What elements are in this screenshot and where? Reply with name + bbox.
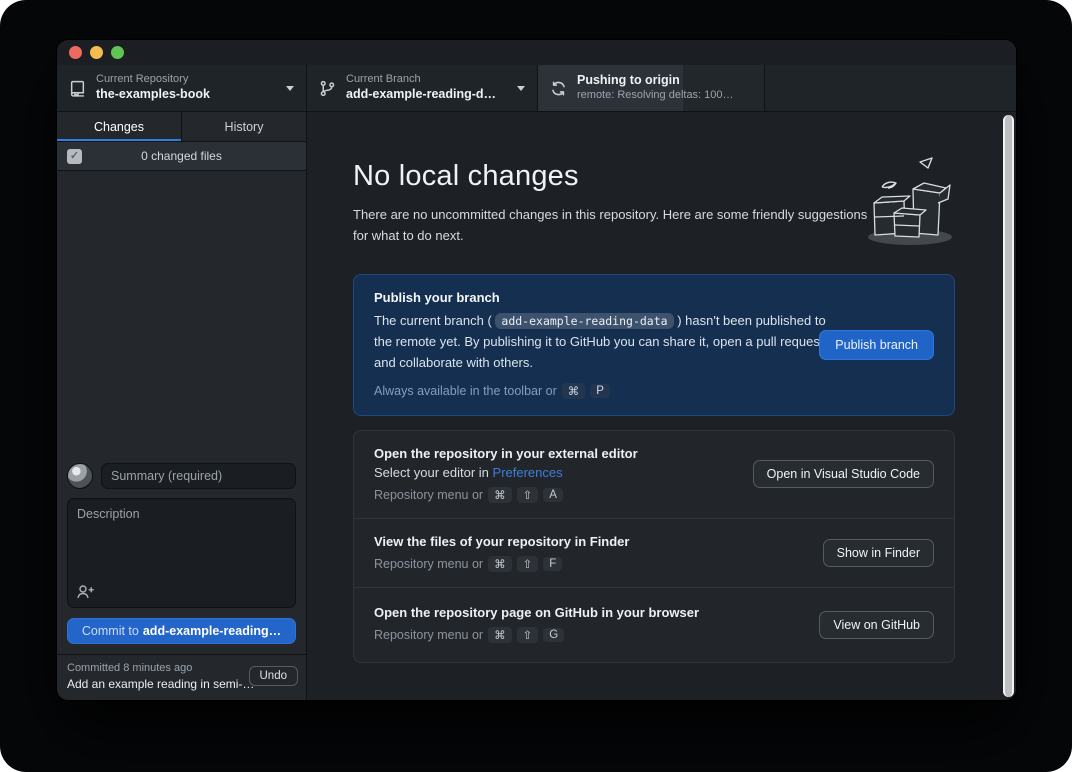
branch-name: add-example-reading-d…: [346, 87, 496, 103]
shift-key: ⇧: [517, 556, 539, 572]
changed-files-list: [57, 171, 306, 453]
shift-key: ⇧: [517, 627, 539, 643]
add-coauthor-icon[interactable]: [76, 583, 94, 601]
changed-files-count: 0 changed files: [141, 149, 222, 163]
publish-branch-button[interactable]: Publish branch: [819, 330, 934, 360]
suggestion-title: Open the repository in your external edi…: [374, 446, 934, 461]
cmd-key: ⌘: [488, 556, 512, 572]
push-detail: remote: Resolving deltas: 100…: [577, 89, 734, 103]
github-desktop-window: Current Repository the-examples-book Cur…: [57, 40, 1016, 700]
branch-label: Current Branch: [346, 73, 496, 87]
desktop-background: Current Repository the-examples-book Cur…: [0, 0, 1072, 772]
commit-button-prefix: Commit to: [82, 624, 139, 638]
sync-icon: [550, 80, 567, 97]
page-subtitle: There are no uncommitted changes in this…: [353, 205, 873, 247]
publish-card-title: Publish your branch: [374, 290, 934, 305]
close-window-button[interactable]: [69, 46, 82, 59]
preferences-link[interactable]: Preferences: [493, 465, 563, 480]
repository-name: the-examples-book: [96, 87, 210, 103]
a-key: A: [543, 488, 563, 502]
open-in-editor-button[interactable]: Open in Visual Studio Code: [753, 460, 934, 488]
zoom-window-button[interactable]: [111, 46, 124, 59]
editor-line2-text: Select your editor in: [374, 465, 489, 480]
suggestions-box: Open the repository in your external edi…: [353, 430, 955, 663]
commit-button-branch: add-example-reading…: [143, 624, 281, 638]
repository-label: Current Repository: [96, 73, 210, 87]
current-branch-button[interactable]: Current Branch add-example-reading-d…: [307, 65, 538, 111]
commit-summary-input[interactable]: [101, 463, 296, 489]
repo-icon: [69, 80, 86, 97]
empty-state-illustration: [858, 155, 958, 250]
commit-editor: Commit to add-example-reading…: [57, 453, 306, 654]
tab-history[interactable]: History: [181, 112, 306, 141]
shift-key: ⇧: [517, 487, 539, 503]
select-all-checkbox[interactable]: ✓: [67, 149, 82, 164]
vertical-scrollbar[interactable]: [1003, 115, 1014, 697]
chevron-down-icon: [286, 86, 294, 91]
tab-changes[interactable]: Changes: [57, 112, 181, 141]
sidebar-tabs: Changes History: [57, 112, 306, 142]
push-to-origin-button[interactable]: Pushing to origin remote: Resolving delt…: [538, 65, 765, 111]
suggestion-row-finder: View the files of your repository in Fin…: [354, 518, 954, 587]
branch-code-chip: add-example-reading-data: [495, 313, 673, 329]
publish-body-before: The current branch (: [374, 313, 492, 328]
git-branch-icon: [319, 80, 336, 97]
chevron-down-icon: [517, 86, 525, 91]
avatar: [67, 463, 93, 489]
suggestion-hint: Repository menu or ⌘ ⇧ A: [374, 487, 934, 503]
commit-description-box: [67, 498, 296, 608]
cmd-key: ⌘: [488, 627, 512, 643]
cmd-key: ⌘: [562, 383, 586, 399]
undo-button[interactable]: Undo: [249, 666, 299, 686]
hint-text: Repository menu or: [374, 557, 483, 571]
publish-card-body: The current branch ( add-example-reading…: [374, 310, 839, 374]
traffic-lights: [69, 46, 124, 59]
hint-text: Repository menu or: [374, 488, 483, 502]
commit-button[interactable]: Commit to add-example-reading…: [67, 618, 296, 644]
last-commit-bar: Committed 8 minutes ago Add an example r…: [57, 654, 306, 700]
hint-text: Repository menu or: [374, 628, 483, 642]
publish-branch-card: Publish your branch The current branch (…: [353, 274, 955, 416]
f-key: F: [543, 557, 562, 571]
show-in-finder-button[interactable]: Show in Finder: [823, 539, 934, 567]
publish-shortcut-hint: Always available in the toolbar or ⌘ P: [374, 383, 934, 399]
changed-files-header[interactable]: ✓ 0 changed files: [57, 142, 306, 171]
toolbar: Current Repository the-examples-book Cur…: [57, 65, 1016, 112]
sidebar: Changes History ✓ 0 changed files: [57, 112, 307, 700]
suggestion-row-editor: Open the repository in your external edi…: [354, 431, 954, 518]
g-key: G: [543, 628, 564, 642]
cmd-key: ⌘: [488, 487, 512, 503]
suggestion-row-github: Open the repository page on GitHub in yo…: [354, 587, 954, 662]
main-panel: No local changes There are no uncommitte…: [307, 112, 1016, 700]
commit-description-input[interactable]: [68, 499, 295, 583]
current-repository-button[interactable]: Current Repository the-examples-book: [57, 65, 307, 111]
push-title: Pushing to origin: [577, 73, 734, 89]
view-on-github-button[interactable]: View on GitHub: [819, 611, 934, 639]
minimize-window-button[interactable]: [90, 46, 103, 59]
publish-hint-text: Always available in the toolbar or: [374, 384, 557, 398]
window-titlebar[interactable]: [57, 40, 1016, 65]
p-key: P: [590, 384, 610, 398]
